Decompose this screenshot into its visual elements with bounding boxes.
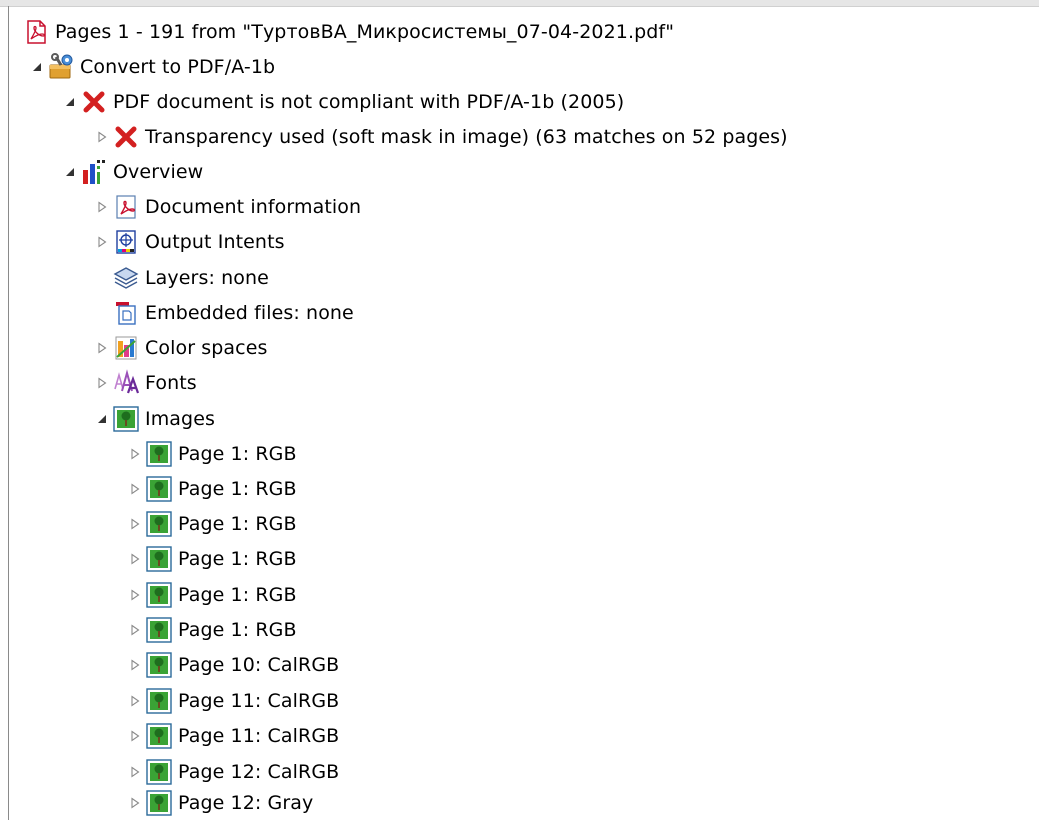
tree-node-layers[interactable]: Layers: none bbox=[112, 261, 269, 295]
collapsed-triangle-icon[interactable] bbox=[125, 437, 145, 471]
tree-node-image-item[interactable]: Page 1: RGB bbox=[125, 613, 297, 647]
output-intents-icon bbox=[112, 228, 140, 256]
tree-node-document-information[interactable]: Document information bbox=[92, 190, 361, 224]
tree-node-image-item[interactable]: Page 12: CalRGB bbox=[125, 755, 339, 789]
tree-node-image-item[interactable]: Page 1: RGB bbox=[125, 507, 297, 541]
pdf-document-icon bbox=[112, 193, 140, 221]
collapsed-triangle-icon[interactable] bbox=[92, 225, 112, 259]
tree-node-label: Page 10: CalRGB bbox=[178, 654, 340, 676]
collapsed-triangle-icon[interactable] bbox=[92, 331, 112, 365]
image-icon bbox=[145, 545, 173, 573]
tree-node-label: Document information bbox=[145, 196, 362, 218]
fonts-icon bbox=[112, 369, 140, 397]
tree-node-convert[interactable]: Convert to PDF/A-1b bbox=[27, 50, 275, 84]
tree-node-label: Page 1: RGB bbox=[178, 513, 297, 535]
tree-node-label: Embedded files: none bbox=[145, 302, 354, 324]
collapsed-triangle-icon[interactable] bbox=[125, 542, 145, 576]
image-icon bbox=[145, 687, 173, 715]
tree-node-label: Transparency used (soft mask in image) (… bbox=[145, 126, 788, 148]
tree-node-image-item[interactable]: Page 1: RGB bbox=[125, 472, 297, 506]
tree-node-label: Overview bbox=[113, 161, 204, 183]
embedded-files-icon bbox=[112, 299, 140, 327]
color-spaces-icon bbox=[112, 334, 140, 362]
image-icon bbox=[112, 405, 140, 433]
tree-node-image-item[interactable]: Page 11: CalRGB bbox=[125, 684, 339, 718]
layers-icon bbox=[112, 264, 140, 292]
tree-node-label: Page 1: RGB bbox=[178, 478, 297, 500]
tree-node-label: Page 12: CalRGB bbox=[178, 761, 340, 783]
tree-node-transparency[interactable]: Transparency used (soft mask in image) (… bbox=[92, 120, 788, 154]
image-icon bbox=[145, 581, 173, 609]
collapsed-triangle-icon[interactable] bbox=[125, 786, 145, 820]
image-icon bbox=[145, 789, 173, 817]
error-x-icon bbox=[80, 88, 108, 116]
preflight-results-tree: Pages 1 - 191 from "ТуртовВА_Микросистем… bbox=[0, 0, 1039, 820]
image-icon bbox=[145, 616, 173, 644]
tree-node-label: Page 1: RGB bbox=[178, 443, 297, 465]
overview-bars-icon bbox=[80, 158, 108, 186]
tree-node-image-item[interactable]: Page 11: CalRGB bbox=[125, 719, 339, 753]
tree-node-root[interactable]: Pages 1 - 191 from "ТуртовВА_Микросистем… bbox=[22, 15, 674, 49]
tree-node-label: Page 1: RGB bbox=[178, 548, 297, 570]
fix-tools-icon bbox=[47, 53, 75, 81]
tree-node-label: Convert to PDF/A-1b bbox=[80, 56, 276, 78]
collapsed-triangle-icon[interactable] bbox=[92, 120, 112, 154]
image-icon bbox=[145, 722, 173, 750]
image-icon bbox=[145, 475, 173, 503]
tree-node-label: Pages 1 - 191 from "ТуртовВА_Микросистем… bbox=[55, 21, 675, 43]
collapsed-triangle-icon[interactable] bbox=[125, 507, 145, 541]
collapsed-triangle-icon[interactable] bbox=[125, 613, 145, 647]
collapsed-triangle-icon[interactable] bbox=[125, 684, 145, 718]
collapsed-triangle-icon[interactable] bbox=[125, 472, 145, 506]
tree-node-label: Page 1: RGB bbox=[178, 584, 297, 606]
tree-node-image-item[interactable]: Page 10: CalRGB bbox=[125, 648, 339, 682]
tree-node-label: Color spaces bbox=[145, 337, 268, 359]
tree-node-embedded-files[interactable]: Embedded files: none bbox=[112, 296, 354, 330]
tree-node-label: Page 11: CalRGB bbox=[178, 690, 340, 712]
collapsed-triangle-icon[interactable] bbox=[92, 366, 112, 400]
expanded-triangle-icon[interactable] bbox=[92, 402, 112, 436]
pdf-document-icon bbox=[22, 18, 50, 46]
tree-node-image-item[interactable]: Page 1: RGB bbox=[125, 437, 297, 471]
collapsed-triangle-icon[interactable] bbox=[92, 190, 112, 224]
image-icon bbox=[145, 758, 173, 786]
image-icon bbox=[145, 510, 173, 538]
expanded-triangle-icon[interactable] bbox=[60, 155, 80, 189]
tree-node-label: Fonts bbox=[145, 372, 197, 394]
collapsed-triangle-icon[interactable] bbox=[125, 719, 145, 753]
tree-node-images[interactable]: Images bbox=[92, 402, 215, 436]
collapsed-triangle-icon[interactable] bbox=[125, 648, 145, 682]
tree-node-label: Layers: none bbox=[145, 267, 269, 289]
tree-node-label: PDF document is not compliant with PDF/A… bbox=[113, 91, 625, 113]
tree-node-not-compliant[interactable]: PDF document is not compliant with PDF/A… bbox=[60, 85, 624, 119]
collapsed-triangle-icon[interactable] bbox=[125, 578, 145, 612]
expanded-triangle-icon[interactable] bbox=[27, 50, 47, 84]
collapsed-triangle-icon[interactable] bbox=[125, 755, 145, 789]
tree-node-label: Page 12: Gray bbox=[178, 792, 314, 814]
image-icon bbox=[145, 440, 173, 468]
tree-node-label: Page 1: RGB bbox=[178, 619, 297, 641]
tree-node-overview[interactable]: Overview bbox=[60, 155, 203, 189]
tree-node-label: Page 11: CalRGB bbox=[178, 725, 340, 747]
tree-node-color-spaces[interactable]: Color spaces bbox=[92, 331, 267, 365]
tree-node-label: Output Intents bbox=[145, 231, 285, 253]
tree-node-image-item[interactable]: Page 1: RGB bbox=[125, 578, 297, 612]
tree-node-output-intents[interactable]: Output Intents bbox=[92, 225, 285, 259]
tree-node-label: Images bbox=[145, 408, 216, 430]
tree-node-image-item[interactable]: Page 12: Gray bbox=[125, 786, 313, 820]
image-icon bbox=[145, 651, 173, 679]
error-x-icon bbox=[112, 123, 140, 151]
tree-node-fonts[interactable]: Fonts bbox=[92, 366, 197, 400]
tree-node-image-item[interactable]: Page 1: RGB bbox=[125, 542, 297, 576]
expanded-triangle-icon[interactable] bbox=[60, 85, 80, 119]
